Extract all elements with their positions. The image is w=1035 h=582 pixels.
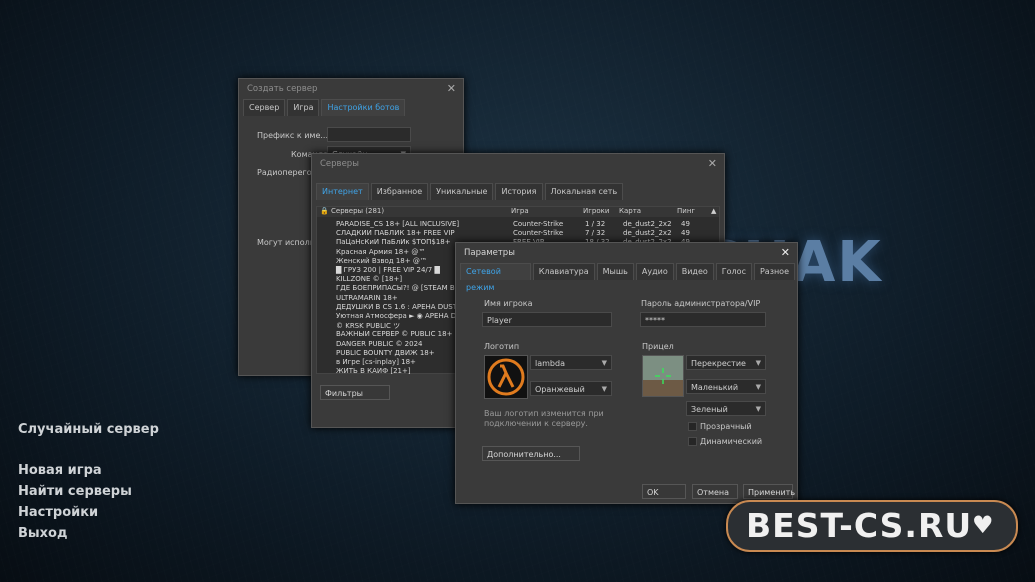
chevron-down-icon: ▼ [601,385,607,393]
cell-name: ЖИТЬ В КАЙФ [21+] [336,367,411,376]
crosshair-preview [642,355,684,397]
window-title: Создать сервер [247,84,318,94]
menu-exit[interactable]: Выход [18,526,67,541]
cell-name: Женский Взвод 18+ @™ [336,256,427,265]
tab-misc[interactable]: Разное [753,263,795,280]
tab-voice[interactable]: Голос [715,263,752,280]
tab-game[interactable]: Игра [287,99,320,116]
advanced-button[interactable]: Дополнительно... [482,446,580,461]
cell-name: PARADISE_CS 18+ [ALL INCLUSIVE] [336,220,460,228]
cell-game: Counter-Strike [513,220,564,228]
chevron-down-icon: ▼ [755,405,761,413]
table-row[interactable]: PARADISE_CS 18+ [ALL INCLUSIVE] Counter-S… [333,220,718,228]
window-title: Серверы [320,159,359,169]
cell-name: ULTRAMARIN 18+ [336,293,398,302]
crosshair-color-value: Зеленый [691,405,728,414]
lock-icon: 🔒 [320,207,329,215]
chevron-down-icon: ▼ [601,359,607,367]
chevron-down-icon: ▼ [755,359,761,367]
logo-color-dropdown[interactable]: Оранжевый ▼ [530,381,612,396]
tab-unique[interactable]: Уникальные [430,183,494,200]
crosshair-label: Прицел [642,342,674,351]
cell-name: ВАЖНЫЙ СЕРВЕР © PUBLIC 18+ [336,330,453,339]
cell-map: de_dust2_2x2 [623,220,672,228]
radio-label: Радиоперего... [257,168,320,177]
menu-settings[interactable]: Настройки [18,505,98,520]
tab-mouse[interactable]: Мышь [596,263,634,280]
cell-map: de_dust2_2x2 [623,229,672,238]
cancel-button[interactable]: Отмена [692,484,738,499]
column-map[interactable]: Карта [619,207,641,215]
tab-keyboard[interactable]: Клавиатура [532,263,595,280]
cell-name: KILLZONE © [18+] [336,275,403,284]
crosshair-color-dropdown[interactable]: Зеленый ▼ [686,401,766,416]
menu-random-server[interactable]: Случайный сервер [18,422,159,437]
dynamic-label: Динамический [700,437,763,446]
heart-icon: ♥ [972,511,994,539]
logo-value: lambda [535,359,565,368]
column-game[interactable]: Игра [511,207,529,215]
transparent-checkbox[interactable] [688,422,697,431]
cell-game: Counter-Strike [513,229,564,238]
server-list-header: 🔒 Серверы (281) Игра Игроки Карта Пинг ▲ [317,207,719,217]
site-badge: BEST-CS.RU ♥ [726,500,1018,552]
tab-internet[interactable]: Интернет [316,183,369,200]
player-name-label: Имя игрока [484,299,533,308]
cell-players: 1 / 32 [585,220,606,228]
cell-name: Красная Армия 18+ @™ [336,247,426,256]
cell-name: © KRSK PUBLIC ツ [336,322,401,330]
cell-name: Уютная Атмосфера ► ◉ АРЕНА DUST2 [336,312,475,320]
params-window: Параметры ✕ Сетевой режим Клавиатура Мыш… [455,242,798,504]
cell-players: 7 / 32 [585,229,606,238]
logo-dropdown[interactable]: lambda ▼ [530,355,612,370]
prefix-input[interactable] [327,127,411,142]
close-icon[interactable]: ✕ [708,157,717,170]
close-icon[interactable]: ✕ [781,246,790,259]
tab-audio[interactable]: Аудио [635,263,674,280]
admin-password-input[interactable]: ***** [640,312,766,327]
cell-name: PUBLIC BOUNTY ДВИЖ 18+ [336,348,435,357]
logo-color-value: Оранжевый [535,385,585,394]
logo-label: Логотип [484,342,520,351]
column-ping[interactable]: Пинг [677,207,695,215]
column-players[interactable]: Игроки [583,207,609,215]
dynamic-checkbox[interactable] [688,437,697,446]
window-title: Параметры [464,248,515,258]
tab-bot-settings[interactable]: Настройки ботов [321,99,406,116]
prefix-label: Префикс к име... [257,131,328,140]
crosshair-size-value: Маленький [691,383,739,392]
transparent-label: Прозрачный [700,422,752,431]
cell-name: в Игре [cs-inplay] 18+ [336,358,416,366]
lambda-logo-icon [484,355,528,399]
cell-ping: 49 [681,229,690,238]
column-name[interactable]: Серверы (281) [331,207,384,215]
cell-name: ПаЦаНсКиЙ ПаБлИк $ТОП$18+ [336,238,451,247]
logo-note: Ваш логотип изменится при подключении к … [484,409,604,428]
cell-name: █ ГРУЗ 200 | FREE VIP 24/7 █ [336,266,440,274]
tab-video[interactable]: Видео [675,263,714,280]
chevron-down-icon: ▼ [755,383,761,391]
tab-server[interactable]: Сервер [243,99,286,116]
tab-lan[interactable]: Локальная сеть [544,183,624,200]
cell-ping: 49 [681,220,690,228]
admin-password-label: Пароль администратора/VIP [641,299,761,308]
player-name-input[interactable]: Player [482,312,612,327]
menu-find-servers[interactable]: Найти серверы [18,484,132,499]
menu-new-game[interactable]: Новая игра [18,463,102,478]
tab-favorites[interactable]: Избранное [370,183,429,200]
cell-name: DANGER PUBLIC © 2024 [336,339,423,348]
crosshair-type-value: Перекрестие [691,359,746,368]
cell-name: СЛАДКИЙ ПАБЛИК 18+ FREE VIP [336,229,455,238]
badge-text: BEST-CS.RU [746,506,973,545]
crosshair-size-dropdown[interactable]: Маленький ▼ [686,379,766,394]
crosshair-type-dropdown[interactable]: Перекрестие ▼ [686,355,766,370]
table-row[interactable]: СЛАДКИЙ ПАБЛИК 18+ FREE VIP Counter-Strik… [333,229,718,237]
apply-button[interactable]: Применить [743,484,795,499]
scroll-up-icon[interactable]: ▲ [711,207,716,215]
tab-network[interactable]: Сетевой режим [460,263,531,292]
tab-history[interactable]: История [495,183,543,200]
ok-button[interactable]: OK [642,484,686,499]
filters-button[interactable]: Фильтры [320,385,390,400]
close-icon[interactable]: ✕ [447,82,456,95]
